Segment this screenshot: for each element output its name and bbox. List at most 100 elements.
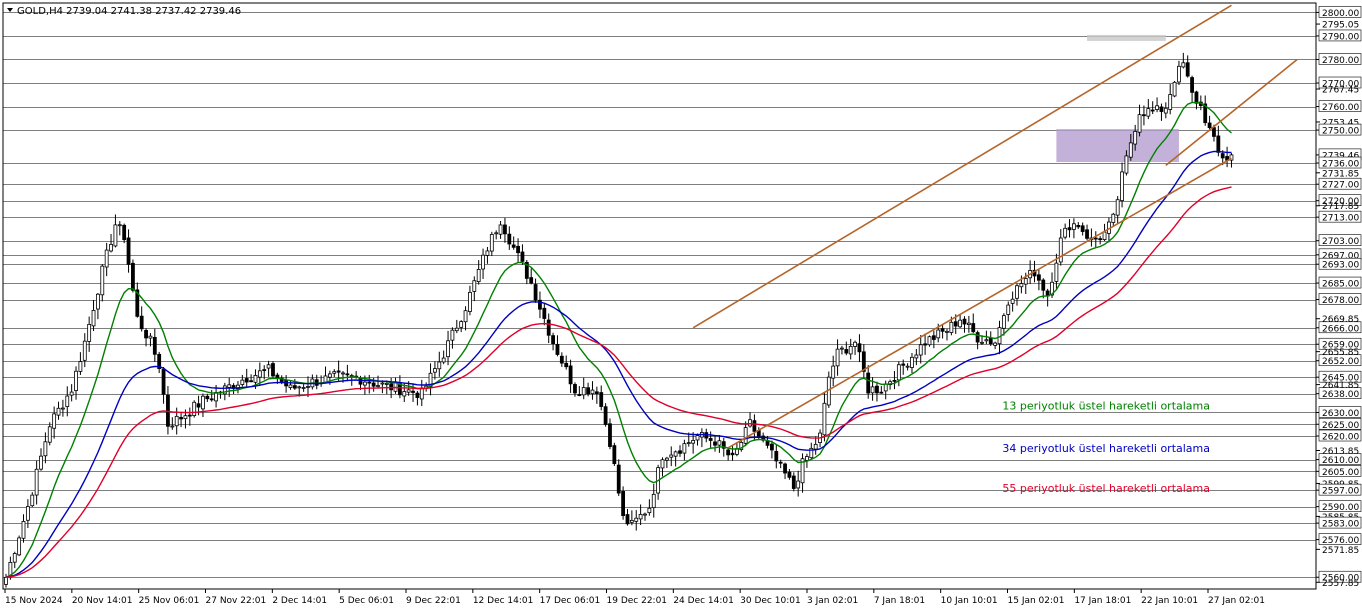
time-tick-label: 27 Jan 02:01 (1208, 596, 1265, 606)
candle-body (82, 340, 87, 361)
candle-body (52, 413, 57, 429)
candle-body (126, 237, 131, 265)
time-tick-label: 3 Jan 02:01 (807, 596, 858, 606)
candle-body (187, 414, 192, 417)
candle-body (1194, 91, 1199, 104)
time-tick-label: 2 Dec 14:01 (272, 596, 327, 606)
price-tick-label: 2678.00 (1322, 296, 1359, 306)
candle-body (905, 365, 910, 368)
ema-annotation: 55 periyotluk üstel hareketli ortalama (1002, 482, 1210, 495)
candle-body (406, 389, 411, 393)
price-tick-label: 2717.85 (1322, 202, 1359, 212)
candle-body (918, 344, 923, 356)
candle-body (1001, 315, 1006, 329)
price-chart[interactable]: 13 periyotluk üstel hareketli ortalama 34… (0, 0, 1362, 611)
candle-body (1120, 171, 1124, 202)
candle-body (975, 332, 980, 343)
candle-body (1023, 278, 1028, 285)
candle-body (292, 385, 297, 389)
price-axis[interactable]: 2800.002795.052790.002780.002770.002767.… (1316, 6, 1362, 589)
time-tick-label: 9 Dec 22:01 (406, 596, 461, 606)
candle-body (327, 373, 332, 378)
candle-body (433, 368, 437, 373)
candle-body (96, 293, 100, 310)
candle-body (131, 262, 135, 291)
time-axis[interactable]: 15 Nov 2024 20 Nov 14:01 25 Nov 06:01 27 No… (4, 589, 1265, 606)
candle-body (25, 506, 30, 521)
candle-body (778, 461, 783, 464)
candle-body (39, 455, 43, 470)
price-tick-label: 2703.00 (1322, 237, 1359, 247)
candle-body (840, 347, 844, 350)
candle-body (713, 441, 717, 446)
candle-body (1076, 225, 1081, 228)
candle-body (962, 318, 967, 325)
candle-body (494, 232, 499, 235)
candle-body (358, 377, 363, 385)
candle-body (1015, 285, 1019, 299)
candle-body (590, 389, 595, 395)
time-tick-label: 27 Nov 22:01 (206, 596, 267, 606)
price-tick-label: 2666.00 (1322, 324, 1359, 334)
price-tick-label: 2685.00 (1322, 280, 1359, 290)
candle-body (1128, 142, 1133, 158)
candle-body (511, 244, 516, 248)
time-tick-label: 5 Dec 06:01 (339, 596, 394, 606)
candle-body (43, 441, 48, 457)
candle-body (450, 329, 455, 341)
candle-body (949, 321, 954, 333)
candle-body (945, 330, 949, 333)
candle-body (209, 398, 214, 401)
candle-body (678, 450, 682, 454)
candle-body (931, 335, 936, 340)
candle-body (546, 319, 551, 336)
price-tick-label: 2576.00 (1322, 536, 1359, 546)
candle-body (844, 349, 849, 354)
candle-body (1085, 229, 1089, 239)
price-tick-label: 2652.00 (1322, 357, 1359, 367)
candle-body (901, 363, 906, 366)
candle-body (183, 415, 188, 420)
ema-annotation: 34 periyotluk üstel hareketli ortalama (1002, 442, 1210, 455)
price-tick-label: 2557.85 (1322, 579, 1359, 589)
candle-body (647, 507, 652, 514)
candle-body (958, 319, 963, 328)
candle-body (257, 370, 262, 378)
candle-body (682, 443, 687, 454)
candle-body (516, 245, 520, 254)
candle-body (476, 269, 481, 282)
candle-body (1137, 114, 1142, 133)
candle-body (262, 369, 267, 372)
time-tick-label: 20 Nov 14:01 (72, 596, 133, 606)
candle-body (371, 382, 376, 387)
candle-body (336, 370, 341, 373)
time-tick-label: 10 Jan 10:01 (941, 596, 998, 606)
candle-body (437, 361, 442, 370)
candle-body (376, 385, 380, 387)
candle-body (1190, 77, 1194, 93)
time-tick-label: 30 Dec 10:01 (740, 596, 801, 606)
price-tick-label: 2571.85 (1322, 546, 1359, 556)
candle-body (660, 459, 665, 469)
candle-body (481, 254, 485, 270)
candle-body (1124, 155, 1129, 174)
candle-body (468, 291, 472, 312)
candle-body (301, 387, 306, 389)
time-tick-label: 25 Nov 06:01 (139, 596, 200, 606)
candle-body (695, 435, 700, 441)
candle-body (384, 382, 389, 385)
candle-body (796, 480, 801, 489)
candle-body (367, 381, 372, 384)
candle-body (1098, 238, 1103, 241)
candle-body (559, 355, 564, 364)
candle-body (1102, 231, 1107, 240)
candle-body (1058, 237, 1063, 263)
candle-body (415, 392, 420, 398)
candle-body (454, 327, 459, 332)
candle-body (201, 395, 205, 410)
candle-body (144, 329, 148, 339)
candle-body (1080, 225, 1085, 232)
chart-title: GOLD,H4 2739.04 2741.38 2737.42 2739.46 (17, 6, 241, 17)
candle-body (533, 284, 538, 301)
candle-body (1159, 106, 1164, 112)
